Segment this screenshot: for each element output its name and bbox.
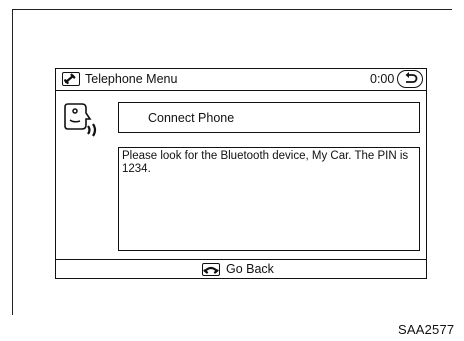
back-arrow-icon[interactable] [397, 70, 423, 88]
call-timer: 0:00 [370, 72, 395, 86]
connect-phone-button[interactable]: Connect Phone [118, 102, 420, 133]
message-text: Please look for the Bluetooth device, My… [118, 147, 420, 251]
voice-command-icon [61, 100, 101, 142]
phone-icon [62, 72, 80, 86]
go-back-bar[interactable]: Go Back [56, 259, 426, 278]
figure-code: SAA2577 [398, 322, 455, 337]
title-bar: Telephone Menu 0:00 [56, 69, 426, 91]
connect-phone-label: Connect Phone [148, 111, 235, 125]
go-back-label: Go Back [226, 262, 274, 276]
telephone-screen: Telephone Menu 0:00 Connect Phone Please… [55, 68, 427, 279]
hang-up-icon [202, 262, 220, 276]
page-title: Telephone Menu [85, 72, 178, 86]
go-back-button[interactable]: Go Back [202, 261, 274, 277]
